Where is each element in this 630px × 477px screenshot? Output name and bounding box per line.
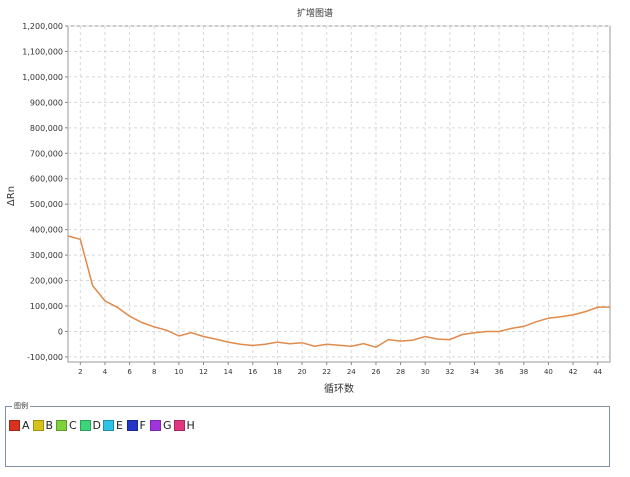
y-axis-label: ΔRn [6,186,17,206]
y-tick-label: 0 [58,327,63,336]
x-tick-label: 42 [569,368,578,376]
legend-label: B [45,419,54,432]
legend-swatch [173,420,185,431]
legend-panel: 图例 A B C D E F G H [5,401,610,467]
y-tick-label: 300,000 [30,251,63,260]
legend-label: G [163,419,172,432]
legend-item: E [103,419,127,432]
x-tick-label: 30 [421,368,430,376]
x-tick-label: 32 [445,368,454,376]
legend-swatch [9,420,20,431]
y-tick-label: 800,000 [30,124,63,133]
legend-label: F [139,419,146,432]
legend-swatch [150,420,161,431]
x-tick-label: 22 [322,368,331,376]
legend-items: A B C D E F G H [9,419,197,432]
legend-item: B [32,419,57,432]
x-tick-label: 2 [78,368,82,376]
legend-swatch [103,420,114,431]
legend-item: F [126,419,151,432]
x-tick-label: 14 [224,368,233,376]
x-axis-ticks: 2 4 6 8 10 12 14 16 18 20 22 24 26 28 30 32 34 36 38 40 42 44 [78,362,603,376]
chart-title: 扩增图谱 [297,7,333,19]
legend-label: C [69,419,77,432]
x-tick-label: 38 [519,368,528,376]
y-tick-label: 600,000 [30,175,63,184]
x-tick-label: 16 [248,368,257,376]
y-tick-label: -100,000 [27,353,63,362]
x-tick-label: 34 [470,368,479,376]
legend-label: E [116,419,123,432]
y-tick-label: 100,000 [30,302,63,311]
legend-label: D [92,419,101,432]
x-tick-label: 36 [495,368,504,376]
y-tick-label: 1,200,000 [22,22,63,31]
x-tick-label: 24 [347,368,356,376]
legend-title: 图例 [12,401,30,411]
x-tick-label: 4 [103,368,108,376]
y-tick-label: 700,000 [30,149,63,158]
legend-label: H [186,419,195,432]
x-axis-label: 循环数 [324,382,354,395]
x-tick-label: 40 [544,368,553,376]
x-tick-label: 28 [396,368,405,376]
amplification-chart: 扩增图谱 -100,000 0 100,000 200,000 300,000 400,0… [6,7,611,395]
x-tick-label: 8 [152,368,156,376]
x-tick-label: 44 [593,368,602,376]
y-tick-label: 1,000,000 [22,73,63,82]
y-tick-label: 400,000 [30,226,63,235]
x-tick-label: 26 [371,368,380,376]
x-tick-label: 6 [127,368,132,376]
y-tick-label: 1,100,000 [22,47,63,56]
x-tick-label: 18 [273,368,282,376]
legend-item: D [79,419,104,432]
y-tick-label: 500,000 [30,200,63,209]
legend-swatch [79,420,91,431]
legend-swatch [56,420,67,431]
y-tick-label: 900,000 [30,98,63,107]
legend-swatch [126,420,138,431]
legend-swatch [32,420,44,431]
y-tick-label: 200,000 [30,277,63,286]
x-tick-label: 12 [199,368,208,376]
x-tick-label: 20 [298,368,307,376]
legend-label: A [22,419,30,432]
legend-item: G [150,419,174,432]
plot-area [67,25,611,363]
legend-item: H [173,419,198,432]
legend-item: C [56,419,80,432]
y-axis-ticks: -100,000 0 100,000 200,000 300,000 400,000 500… [22,22,68,362]
legend-item: A [9,419,33,432]
x-tick-label: 10 [174,368,183,376]
